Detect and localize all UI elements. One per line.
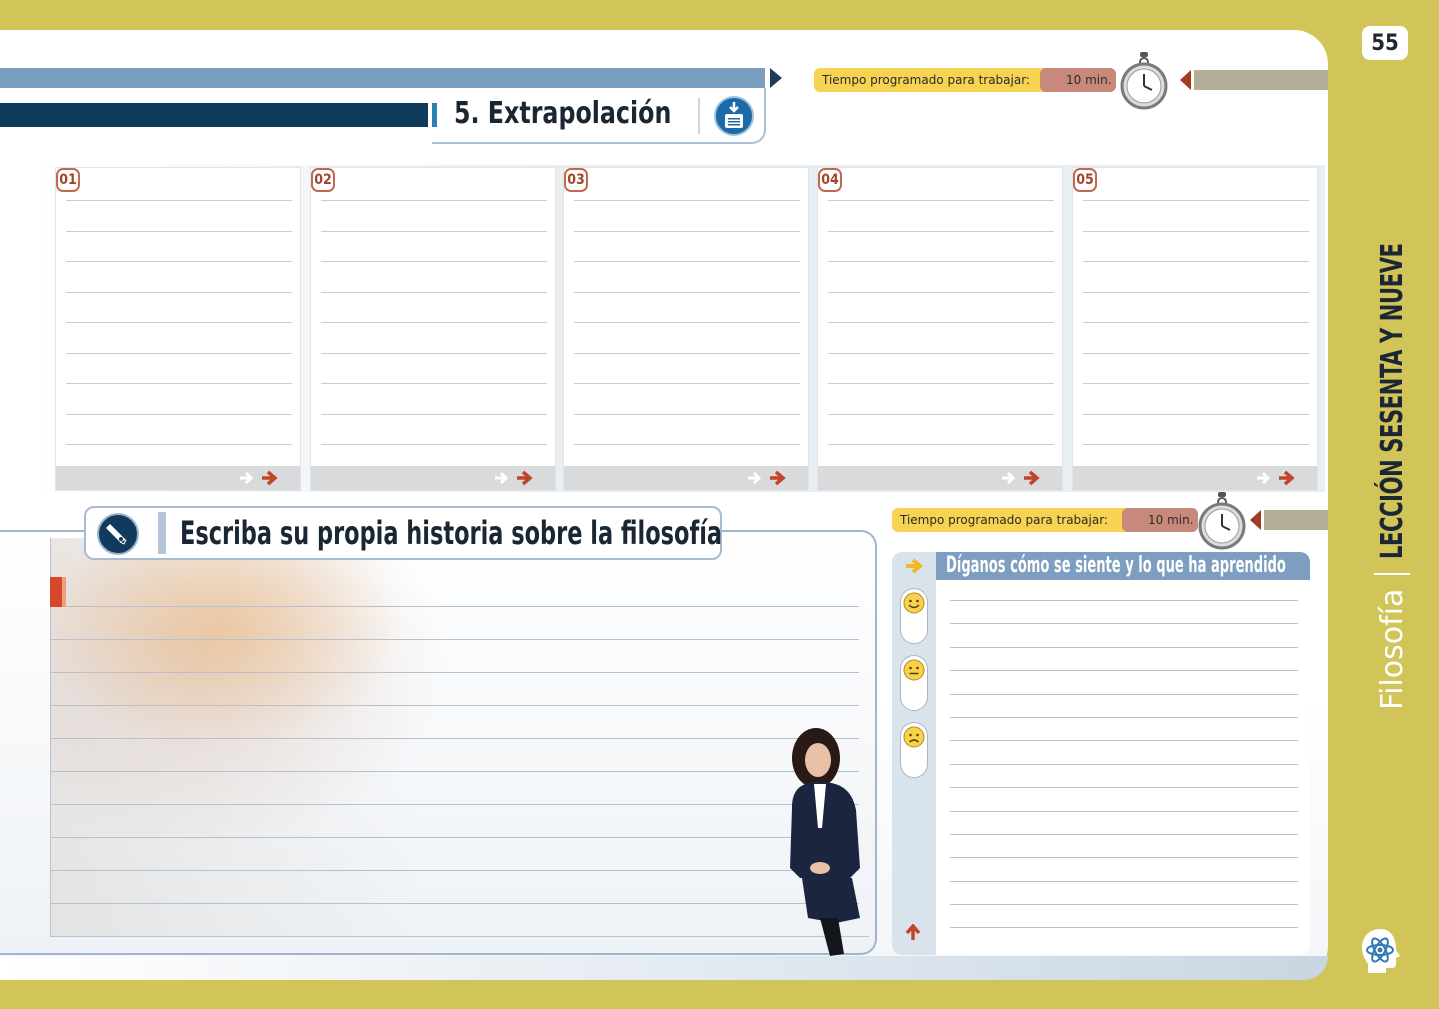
page-bottom-strip <box>0 956 1328 980</box>
box-footer <box>311 466 555 490</box>
next-arrows-icon[interactable] <box>746 469 790 487</box>
story-writing-area[interactable] <box>50 538 869 937</box>
writing-lines <box>574 200 800 475</box>
happy-face-icon <box>903 592 925 614</box>
header-arrow-icon <box>770 68 782 88</box>
timer-pointer-icon <box>1180 70 1191 90</box>
timer-value: 10 min. <box>1122 508 1198 532</box>
timer-label: Tiempo programado para trabajar: <box>814 68 1052 92</box>
answer-box-04[interactable]: 04 <box>818 168 1062 490</box>
box-footer <box>1073 466 1317 490</box>
vertical-heading: Filosofía LECCIÓN SESENTA Y NUEVE <box>1362 70 1422 710</box>
vertical-divider <box>1374 572 1410 575</box>
timer-pointer-icon <box>1250 510 1261 530</box>
timer-bar <box>1264 510 1328 530</box>
header-bar <box>0 68 765 88</box>
box-number: 04 <box>818 168 842 192</box>
answer-box-03[interactable]: 03 <box>564 168 808 490</box>
box-number: 01 <box>56 168 80 192</box>
pen-icon <box>97 513 139 555</box>
next-arrows-icon[interactable] <box>1255 469 1299 487</box>
next-arrows-icon[interactable] <box>1000 469 1044 487</box>
box-number: 05 <box>1073 168 1097 192</box>
box-number: 03 <box>564 168 588 192</box>
box-footer <box>564 466 808 490</box>
answer-box-02[interactable]: 02 <box>311 168 555 490</box>
next-arrows-icon[interactable] <box>493 469 537 487</box>
next-arrows-icon[interactable] <box>238 469 282 487</box>
sad-face-icon <box>903 726 925 748</box>
feelings-writing-lines[interactable] <box>950 600 1298 951</box>
box-footer <box>56 466 300 490</box>
neutral-face-icon <box>903 659 925 681</box>
sad-face-checkbox[interactable] <box>900 722 928 778</box>
atom-head-icon <box>1362 929 1400 973</box>
writing-lines <box>51 606 859 936</box>
header-dark-bar <box>0 103 428 127</box>
happy-face-checkbox[interactable] <box>900 588 928 644</box>
writing-lines <box>828 200 1054 475</box>
woman-figure-image <box>790 728 860 956</box>
timer-value: 10 min. <box>1040 68 1116 92</box>
story-title: Escriba su propia historia sobre la filo… <box>180 514 723 552</box>
lesson-title: LECCIÓN SESENTA Y NUEVE <box>1374 243 1410 559</box>
arrow-right-icon <box>906 558 924 574</box>
timer-bar <box>1194 70 1328 90</box>
subject-label: Filosofía <box>1374 588 1410 710</box>
timer-label: Tiempo programado para trabajar: <box>892 508 1134 532</box>
header-divider <box>698 98 700 134</box>
box-footer <box>818 466 1062 490</box>
writing-lines <box>66 200 292 475</box>
page-number: 55 <box>1362 26 1408 60</box>
timer-top: Tiempo programado para trabajar: 10 min. <box>814 52 1328 110</box>
box-number: 02 <box>311 168 335 192</box>
line-marker <box>50 577 66 607</box>
arrow-up-icon <box>905 924 921 940</box>
download-document-icon[interactable] <box>714 96 754 136</box>
feelings-title: Díganos cómo se siente y lo que ha apren… <box>946 553 1286 578</box>
writing-lines <box>321 200 547 475</box>
timer-bottom: Tiempo programado para trabajar: 10 min. <box>892 492 1328 550</box>
answer-box-01[interactable]: 01 <box>56 168 300 490</box>
neutral-face-checkbox[interactable] <box>900 655 928 711</box>
answer-box-05[interactable]: 05 <box>1073 168 1317 490</box>
writing-lines <box>1083 200 1309 475</box>
stopwatch-icon <box>1120 52 1168 110</box>
stopwatch-icon <box>1198 492 1246 550</box>
section-title: 5. Extrapolación <box>454 96 672 131</box>
